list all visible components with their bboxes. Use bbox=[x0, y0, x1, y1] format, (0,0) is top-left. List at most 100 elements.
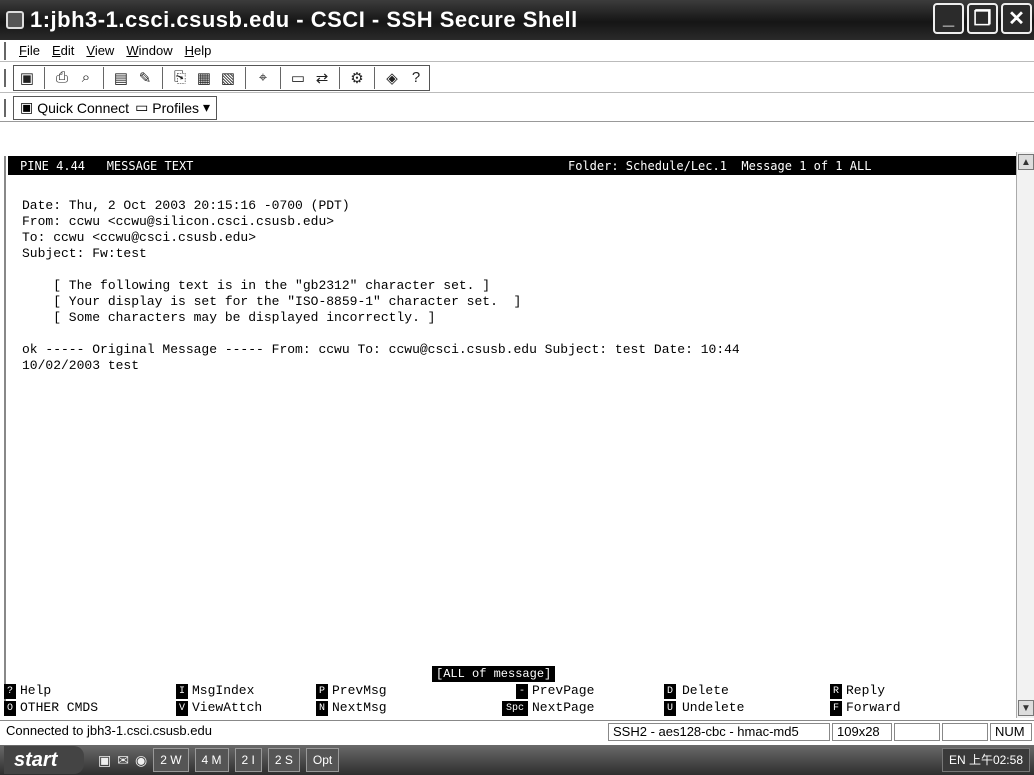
settings-icon[interactable]: ⚙ bbox=[347, 68, 367, 88]
message-body-line: ok ----- Original Message ----- From: cc… bbox=[22, 342, 740, 357]
profiles-button[interactable]: ▭ Profiles ▾ bbox=[135, 99, 210, 116]
message-subject: Subject: Fw:test bbox=[22, 246, 147, 261]
cmd-key: I bbox=[176, 684, 188, 699]
restore-button[interactable]: ❐ bbox=[967, 3, 998, 34]
toolbar-divider bbox=[339, 66, 340, 89]
chevron-down-icon: ▾ bbox=[202, 99, 211, 115]
charset-notice: [ Some characters may be displayed incor… bbox=[22, 310, 436, 325]
status-bar: Connected to jbh3-1.csci.csusb.edu SSH2 … bbox=[0, 720, 1034, 742]
toolbar-divider bbox=[162, 66, 163, 89]
taskbar-group-ie[interactable]: 2 I bbox=[234, 748, 262, 772]
status-empty-field bbox=[894, 723, 940, 741]
folder-icon: ▭ bbox=[135, 99, 149, 115]
toolbar-divider bbox=[44, 66, 45, 89]
menu-file[interactable]: File bbox=[13, 43, 46, 58]
cmd-prevpage[interactable]: PrevPage bbox=[532, 683, 594, 698]
taskbar-group-windows[interactable]: 2 W bbox=[153, 748, 189, 772]
cmd-prevmsg[interactable]: PrevMsg bbox=[332, 683, 387, 698]
new-terminal-icon[interactable]: ▭ bbox=[288, 68, 308, 88]
message-from: From: ccwu <ccwu@silicon.csci.csusb.edu> bbox=[22, 214, 335, 229]
cmd-key: P bbox=[316, 684, 328, 699]
cmd-nextmsg[interactable]: NextMsg bbox=[332, 700, 387, 715]
paste-icon[interactable]: ▦ bbox=[194, 68, 214, 88]
terminal-area[interactable]: PINE 4.44 MESSAGE TEXT Folder: Schedule/… bbox=[4, 156, 1016, 716]
quickbar-grip bbox=[4, 98, 7, 117]
taskbar-group-mail[interactable]: 4 M bbox=[194, 748, 229, 772]
cmd-key: F bbox=[830, 701, 842, 716]
quick-connect-button[interactable]: ▣ Quick Connect bbox=[20, 99, 129, 116]
status-empty-field bbox=[942, 723, 988, 741]
message-date: Date: Thu, 2 Oct 2003 20:15:16 -0700 (PD… bbox=[22, 198, 350, 213]
cmd-undelete[interactable]: Undelete bbox=[682, 700, 744, 715]
quick-connect-group: ▣ Quick Connect ▭ Profiles ▾ bbox=[13, 95, 218, 120]
menu-view[interactable]: View bbox=[80, 43, 120, 58]
toolbar-grip bbox=[4, 68, 7, 87]
copy-icon[interactable]: ⎘ bbox=[170, 68, 190, 88]
message-to: To: ccwu <ccwu@csci.csusb.edu> bbox=[22, 230, 257, 245]
cmd-key: Spc bbox=[502, 701, 528, 716]
help-topics-icon[interactable]: ◈ bbox=[382, 68, 402, 88]
find-icon[interactable]: ⌖ bbox=[253, 68, 273, 88]
cmd-nextpage[interactable]: NextPage bbox=[532, 700, 594, 715]
quick-connect-icon: ▣ bbox=[20, 99, 34, 115]
pine-header-title: PINE 4.44 MESSAGE TEXT bbox=[20, 158, 194, 173]
toolbar-group: ▣ ⎙ ⌕ ▤ ✎ ⎘ ▦ ▧ ⌖ ▭ ⇄ ⚙ ◈ ? bbox=[13, 64, 430, 91]
window-controls: _ ❐ ✕ bbox=[933, 3, 1032, 34]
system-tray: EN 上午02:58 bbox=[941, 748, 1030, 772]
scroll-down-icon[interactable]: ▼ bbox=[1018, 700, 1034, 716]
toolbar-divider bbox=[245, 66, 246, 89]
cmd-forward[interactable]: Forward bbox=[846, 700, 901, 715]
paste-special-icon[interactable]: ▧ bbox=[218, 68, 238, 88]
cmd-key: V bbox=[176, 701, 188, 716]
ssh-app-icon bbox=[6, 11, 24, 29]
close-button[interactable]: ✕ bbox=[1001, 3, 1032, 34]
print-preview-icon[interactable]: ⌕ bbox=[76, 68, 96, 88]
save-icon[interactable]: ▣ bbox=[17, 68, 37, 88]
title-bar: 1:jbh3-1.csci.csusb.edu - CSCI - SSH Sec… bbox=[0, 0, 1034, 40]
print-icon[interactable]: ⎙ bbox=[52, 68, 72, 88]
taskbar-group-opt[interactable]: Opt bbox=[305, 748, 340, 772]
taskbar-group-ssh[interactable]: 2 S bbox=[267, 748, 300, 772]
context-help-icon[interactable]: ? bbox=[406, 68, 426, 88]
start-button[interactable]: start bbox=[4, 746, 84, 774]
file-transfer-icon[interactable]: ⇄ bbox=[312, 68, 332, 88]
cmd-viewattch[interactable]: ViewAttch bbox=[192, 700, 262, 715]
vertical-scrollbar[interactable]: ▲ ▼ bbox=[1016, 152, 1034, 718]
cipher-status: SSH2 - aes128-cbc - hmac-md5 bbox=[608, 723, 830, 741]
profiles-label: Profiles bbox=[152, 99, 199, 116]
scroll-up-icon[interactable]: ▲ bbox=[1018, 154, 1034, 170]
toolbar-divider bbox=[280, 66, 281, 89]
browser-icon[interactable]: ◉ bbox=[135, 752, 147, 769]
email-icon[interactable]: ✉ bbox=[117, 752, 129, 769]
charset-notice: [ The following text is in the "gb2312" … bbox=[22, 278, 491, 293]
quick-connect-label: Quick Connect bbox=[37, 99, 130, 116]
new-file-transfer-icon[interactable]: ▤ bbox=[111, 68, 131, 88]
pine-header: PINE 4.44 MESSAGE TEXT Folder: Schedule/… bbox=[8, 156, 1016, 175]
cmd-key: R bbox=[830, 684, 842, 699]
desktop-icon[interactable]: ▣ bbox=[98, 752, 111, 769]
cmd-key: N bbox=[316, 701, 328, 716]
connection-status: Connected to jbh3-1.csci.csusb.edu bbox=[6, 723, 212, 738]
message-body-line: 10/02/2003 test bbox=[22, 358, 140, 373]
menu-window[interactable]: Window bbox=[120, 43, 178, 58]
cmd-msgindex[interactable]: MsgIndex bbox=[192, 683, 254, 698]
menu-help[interactable]: Help bbox=[179, 43, 218, 58]
cmd-delete[interactable]: Delete bbox=[682, 683, 729, 698]
cmd-key: D bbox=[664, 684, 676, 699]
window-title: 1:jbh3-1.csci.csusb.edu - CSCI - SSH Sec… bbox=[30, 7, 578, 32]
terminal-size: 109x28 bbox=[832, 723, 892, 741]
menu-edit[interactable]: Edit bbox=[46, 43, 80, 58]
pine-status-message: [ALL of message] bbox=[432, 666, 556, 682]
cmd-reply[interactable]: Reply bbox=[846, 683, 885, 698]
cmd-help[interactable]: Help bbox=[20, 683, 51, 698]
cmd-key: - bbox=[516, 684, 528, 699]
taskbar: start ▣ ✉ ◉ 2 W 4 M 2 I 2 S Opt EN 上午02:… bbox=[0, 745, 1034, 775]
charset-notice: [ Your display is set for the "ISO-8859-… bbox=[22, 294, 522, 309]
settings-brush-icon[interactable]: ✎ bbox=[135, 68, 155, 88]
minimize-button[interactable]: _ bbox=[933, 3, 964, 34]
menu-grip bbox=[4, 41, 7, 60]
cmd-key: ? bbox=[4, 684, 16, 699]
cmd-other-cmds[interactable]: OTHER CMDS bbox=[20, 700, 98, 715]
num-lock-indicator: NUM bbox=[990, 723, 1032, 741]
quick-launch: ▣ ✉ ◉ bbox=[98, 752, 147, 769]
